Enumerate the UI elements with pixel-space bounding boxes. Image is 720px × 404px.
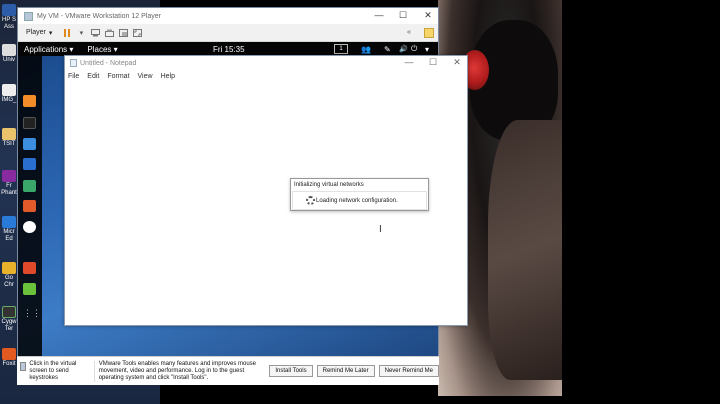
guest-dock: ⋮⋮	[18, 56, 42, 364]
desktop-icon-foxit[interactable]: Foxit	[0, 348, 18, 368]
menu-file[interactable]: File	[68, 73, 79, 80]
vm-minimize-button[interactable]: —	[372, 10, 386, 20]
vmware-toolbar: Player ▾ ▾ «	[18, 24, 438, 42]
folder-icon	[2, 128, 16, 140]
loading-spinner-icon	[306, 196, 315, 205]
guest-clock[interactable]: Fri 15:35	[213, 45, 245, 54]
hp-icon	[2, 4, 16, 16]
chevron-down-icon: ▾	[48, 29, 53, 37]
notepad-titlebar[interactable]: Untitled - Notepad — ☐ ✕	[65, 56, 467, 70]
vm-maximize-button[interactable]: ☐	[396, 10, 410, 21]
removable-devices-icon[interactable]	[104, 28, 114, 38]
vmware-app-icon	[24, 11, 33, 21]
metasploit-icon[interactable]	[23, 158, 36, 170]
photo-figure	[488, 120, 562, 380]
foxit-icon	[2, 348, 16, 360]
chevron-down-icon: ▾	[113, 44, 118, 54]
vm-close-button[interactable]: ✕	[421, 10, 435, 21]
desktop-icon-cygwin[interactable]: Cygw Ter	[0, 306, 18, 333]
fullscreen-icon[interactable]	[132, 28, 142, 38]
desktop-icon-phantom[interactable]: Fr Phant	[0, 170, 18, 197]
applications-menu[interactable]: Applications ▾	[24, 45, 73, 54]
phantom-icon	[2, 170, 16, 182]
desktop-icon-univ[interactable]: Univ	[0, 44, 18, 64]
player-menu-label: Player	[26, 29, 46, 36]
workspace-indicator[interactable]: 1	[334, 44, 348, 54]
library-icon[interactable]	[424, 27, 434, 38]
volume-icon[interactable]: 🔊	[399, 45, 408, 53]
image-file-icon	[2, 84, 16, 96]
armitage-icon[interactable]	[23, 180, 36, 192]
chevron-down-icon[interactable]: ▾	[76, 28, 86, 38]
vmware-titlebar[interactable]: My VM - VMware Workstation 12 Player — ☐…	[18, 8, 438, 24]
desktop-icon-hp[interactable]: HP S Ass	[0, 4, 18, 31]
pause-icon[interactable]	[62, 28, 72, 38]
terminal-icon	[2, 306, 16, 318]
notepad-menubar: File Edit Format View Help	[65, 70, 467, 82]
files-icon[interactable]	[23, 138, 36, 150]
network-dialog-title: Initializing virtual networks	[294, 182, 364, 188]
terminal-icon[interactable]	[23, 117, 36, 129]
menu-format[interactable]: Format	[107, 73, 129, 80]
notepad-minimize-button[interactable]: —	[402, 57, 416, 67]
desktop-icon-tsit[interactable]: TSIT	[0, 128, 18, 148]
install-tools-button[interactable]: Install Tools	[269, 365, 313, 377]
menu-edit[interactable]: Edit	[87, 73, 99, 80]
show-apps-icon[interactable]: ⋮⋮	[23, 307, 41, 319]
network-init-dialog: Initializing virtual networks Loading ne…	[290, 178, 429, 211]
vmware-window-title: My VM - VMware Workstation 12 Player	[37, 12, 161, 20]
notepad-title: Untitled - Notepad	[80, 59, 137, 67]
notes-icon[interactable]	[23, 283, 36, 295]
notepad-icon	[70, 59, 77, 67]
notepad-maximize-button[interactable]: ☐	[426, 57, 440, 68]
desktop-icon-edge[interactable]: Micr Ed	[0, 216, 18, 243]
tools-message: VMware Tools enables many features and i…	[93, 360, 262, 382]
never-remind-button[interactable]: Never Remind Me	[378, 365, 439, 377]
edge-icon	[2, 216, 16, 228]
vmware-tools-bar: Click in the virtual screen to send keys…	[17, 356, 439, 385]
burpsuite-icon[interactable]	[23, 200, 36, 212]
people-icon[interactable]: 👥	[361, 45, 371, 54]
send-ctrl-alt-del-icon[interactable]	[90, 28, 100, 38]
pen-icon[interactable]: ✎	[384, 45, 391, 54]
faraday-icon[interactable]	[23, 221, 36, 233]
document-icon	[2, 44, 16, 56]
player-menu-button[interactable]: Player ▾	[22, 29, 56, 37]
text-cursor-icon: Ι	[379, 224, 382, 235]
menu-help[interactable]: Help	[161, 73, 175, 80]
chevron-down-icon[interactable]: ▾	[425, 45, 429, 54]
desktop-icon-chrome[interactable]: Go Chr	[0, 262, 18, 289]
double-chevron-left-icon[interactable]: «	[404, 28, 414, 38]
guest-topbar: Applications ▾ Places ▾ Fri 15:35 1 👥 ✎ …	[18, 42, 438, 56]
click-hint: Click in the virtual screen to send keys…	[17, 361, 94, 382]
chrome-icon	[2, 262, 16, 274]
network-dialog-message: Loading network configuration.	[316, 198, 398, 204]
vm-screen-icon	[20, 361, 27, 371]
firefox-icon[interactable]	[23, 95, 36, 107]
chevron-down-icon: ▾	[69, 44, 74, 54]
unity-icon[interactable]	[118, 28, 128, 38]
menu-view[interactable]: View	[138, 73, 153, 80]
power-icon[interactable]: ⏻	[411, 44, 417, 54]
leafpad-icon[interactable]	[23, 262, 36, 274]
places-menu[interactable]: Places ▾	[87, 45, 117, 54]
remind-later-button[interactable]: Remind Me Later	[316, 365, 375, 377]
notepad-close-button[interactable]: ✕	[450, 57, 464, 68]
desktop-icon-img[interactable]: IMG_	[0, 84, 18, 104]
